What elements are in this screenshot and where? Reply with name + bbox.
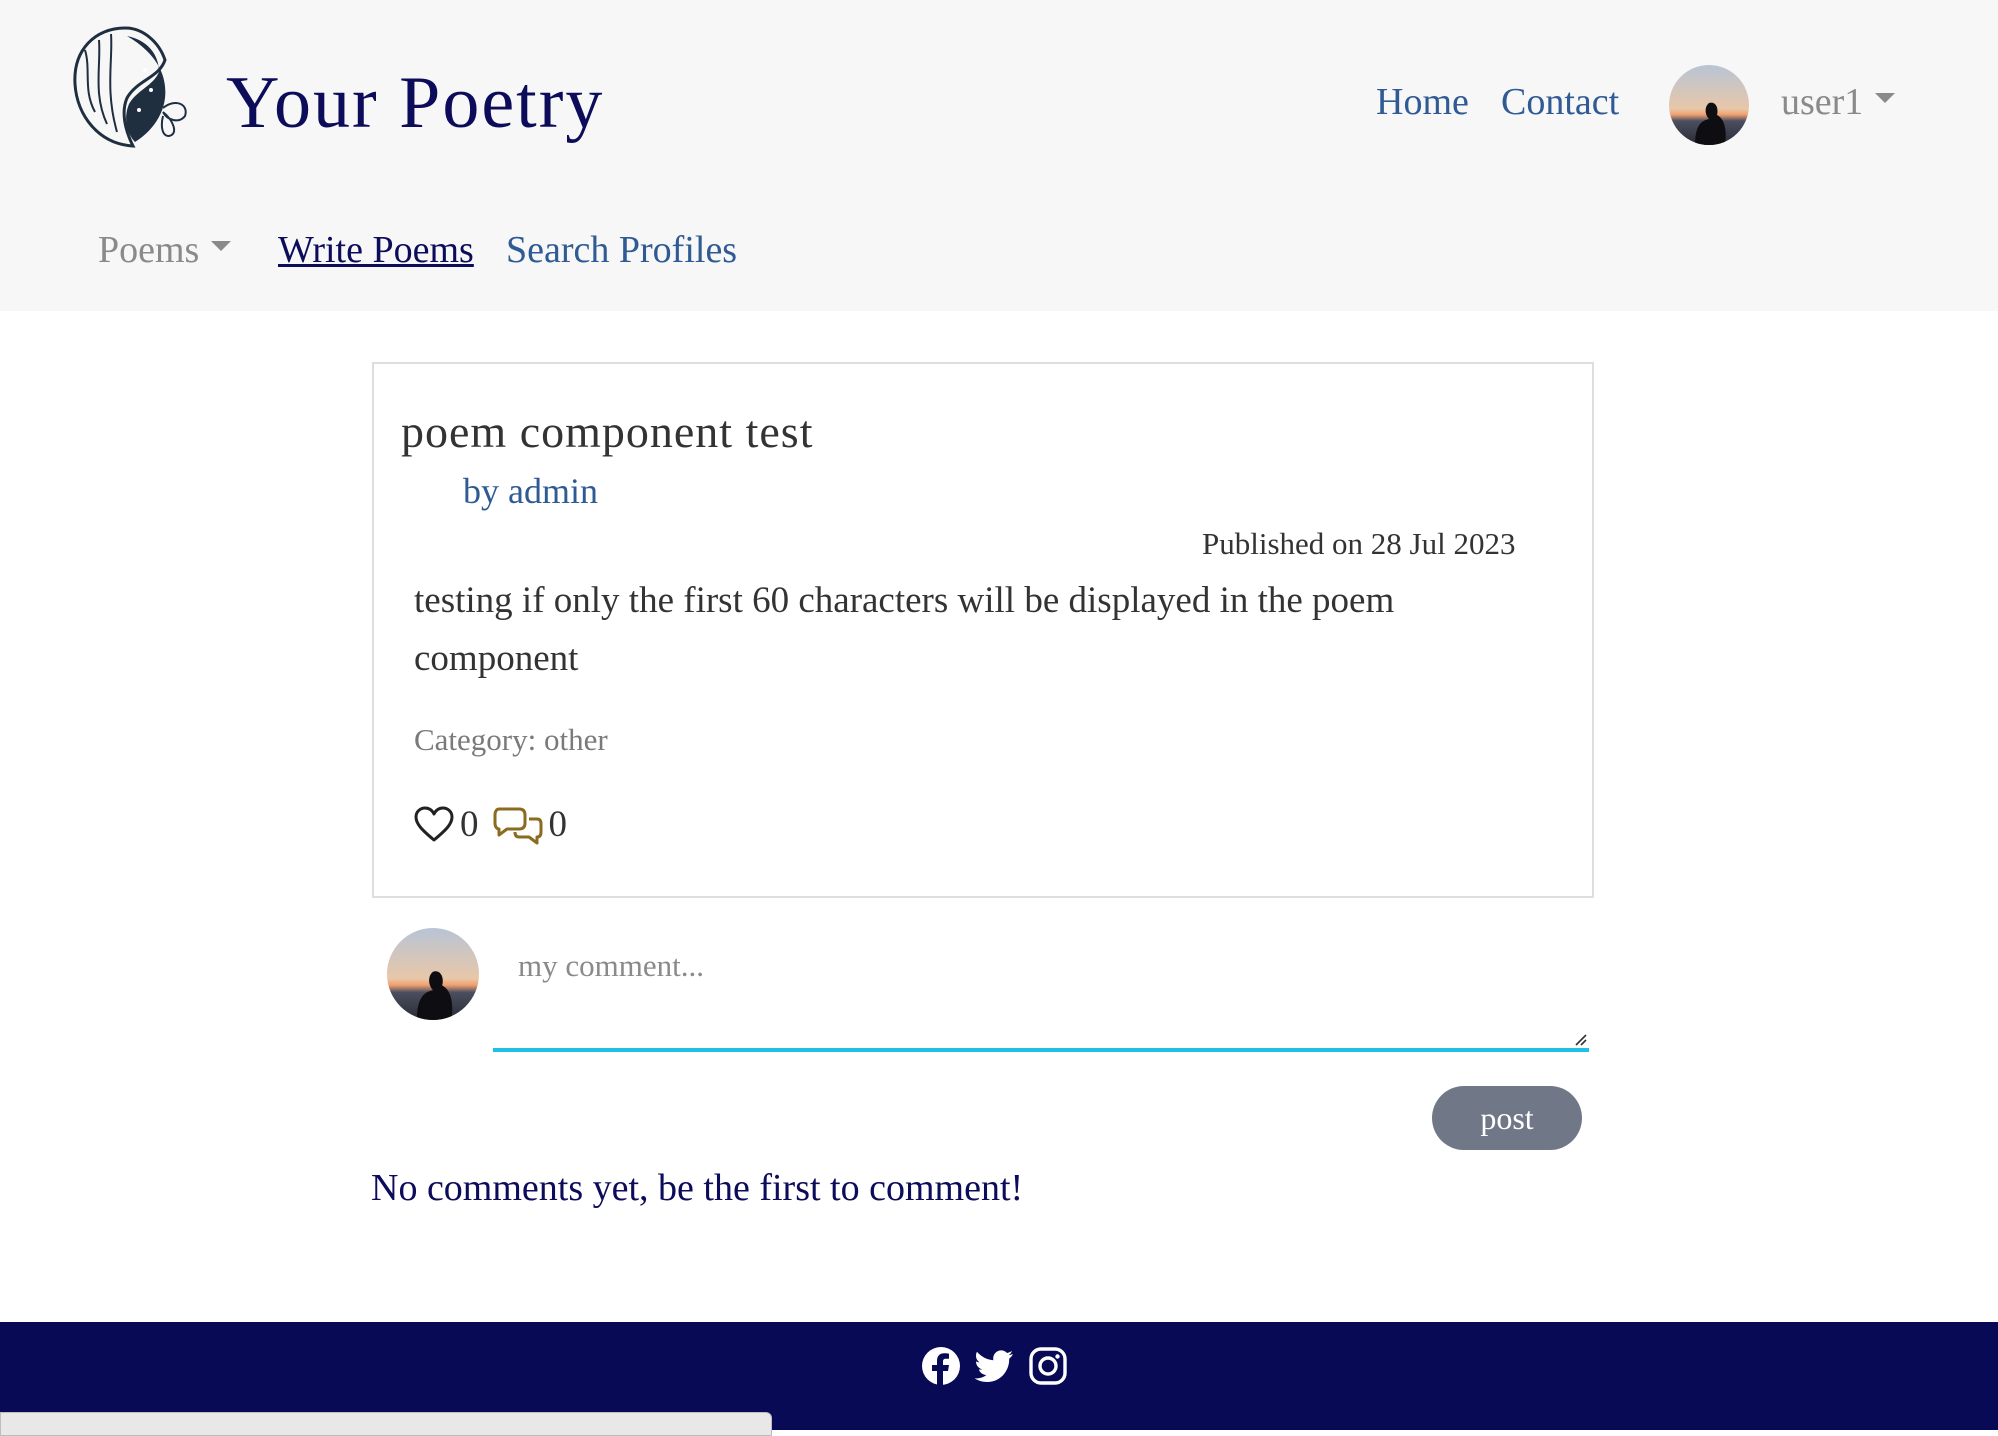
heart-icon[interactable] xyxy=(414,806,454,844)
nav-home-link[interactable]: Home xyxy=(1376,78,1469,126)
like-count: 0 xyxy=(460,804,479,845)
chevron-down-icon xyxy=(1875,93,1896,103)
logo-icon[interactable] xyxy=(55,20,195,160)
site-header: Your Poetry Home Contact user1 Poems Wri… xyxy=(0,0,1998,311)
post-comment-button[interactable]: post xyxy=(1432,1086,1582,1150)
user-name: user1 xyxy=(1781,81,1864,123)
nav-write-poems-link[interactable]: Write Poems xyxy=(278,226,474,274)
poems-label: Poems xyxy=(98,229,200,271)
user-dropdown[interactable]: user1 xyxy=(1781,78,1896,126)
avatar-image xyxy=(387,928,479,1020)
comment-input-wrapper xyxy=(493,928,1589,1052)
browser-status-bar xyxy=(0,1412,772,1436)
poem-body: testing if only the first 60 characters … xyxy=(414,580,1395,679)
brand-title[interactable]: Your Poetry xyxy=(226,58,604,148)
avatar-image xyxy=(1669,65,1749,145)
published-date: Published on 28 Jul 2023 xyxy=(1202,526,1516,561)
facebook-icon[interactable] xyxy=(921,1346,961,1386)
instagram-icon[interactable] xyxy=(1028,1346,1068,1386)
no-comments-message: No comments yet, be the first to comment… xyxy=(371,1167,1024,1209)
nav-search-profiles-link[interactable]: Search Profiles xyxy=(506,226,737,274)
commenter-avatar xyxy=(387,928,479,1020)
comment-input[interactable] xyxy=(493,928,1589,1048)
poem-stats: 0 0 xyxy=(414,801,581,849)
poem-title: poem component test xyxy=(401,406,814,457)
comments-icon[interactable] xyxy=(493,805,543,845)
poem-category: Category: other xyxy=(414,722,608,757)
resize-handle-icon[interactable] xyxy=(1573,1032,1587,1046)
comment-count: 0 xyxy=(548,804,568,845)
chevron-down-icon xyxy=(211,241,232,251)
poem-card: poem component test by admin Published o… xyxy=(372,362,1594,898)
user-avatar[interactable] xyxy=(1669,65,1749,145)
poems-dropdown[interactable]: Poems xyxy=(98,226,232,274)
nav-contact-link[interactable]: Contact xyxy=(1501,78,1619,126)
twitter-icon[interactable] xyxy=(975,1346,1015,1386)
poem-author-link[interactable]: by admin xyxy=(463,469,598,513)
